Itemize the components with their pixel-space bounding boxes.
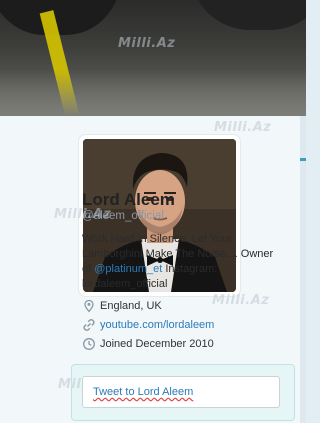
calendar-clock-icon — [82, 337, 96, 351]
profile-bio: Work Hard In Silence. Let Your Lamborghi… — [82, 232, 282, 292]
header-ground — [0, 70, 306, 116]
watermark: Milli.Az — [118, 36, 176, 51]
location-pin-icon — [82, 299, 96, 313]
profile-location: England, UK — [82, 298, 162, 314]
header-car-shape — [190, 0, 306, 30]
timeline-accent — [300, 158, 306, 161]
watermark: Milli.Az — [212, 293, 270, 308]
joined-text: Joined December 2010 — [100, 338, 214, 350]
timeline-edge — [300, 116, 306, 423]
tweet-to-input[interactable]: Tweet to Lord Aleem — [82, 376, 280, 408]
watermark: Milli.Az — [214, 120, 272, 135]
location-text: England, UK — [100, 300, 162, 312]
link-icon — [82, 318, 96, 332]
profile-website: youtube.com/lordaleem — [82, 317, 214, 333]
profile-joined: Joined December 2010 — [82, 336, 214, 352]
watermark: Milli.Az — [54, 207, 112, 222]
website-link[interactable]: youtube.com/lordaleem — [100, 319, 214, 331]
header-car-shape — [0, 0, 120, 35]
profile-header-photo — [0, 0, 306, 116]
bio-mention-link[interactable]: @platinum_et — [94, 263, 162, 275]
